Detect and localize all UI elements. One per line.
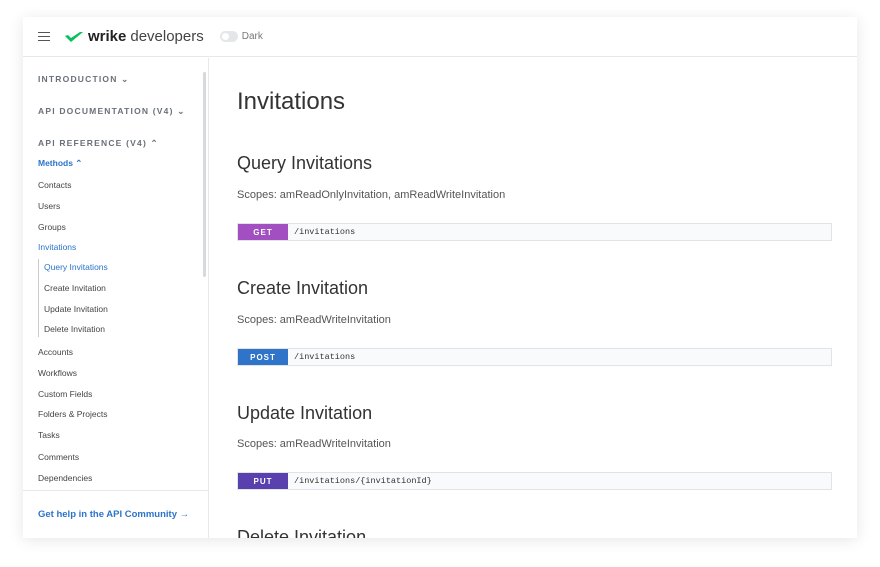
sidebar-item-invitations[interactable]: Invitations (38, 242, 76, 252)
sidebar-subitem-create-invitation[interactable]: Create Invitation (44, 283, 106, 293)
sidebar-section-api-documentation[interactable]: API DOCUMENTATION (V4) ⌄ (38, 106, 186, 117)
endpoint-path: /invitations (294, 352, 356, 362)
endpoint-bar[interactable]: POST /invitations (237, 348, 832, 366)
sidebar-item-accounts[interactable]: Accounts (38, 347, 73, 357)
wrike-check-icon (65, 31, 83, 42)
method-badge: GET (238, 224, 288, 240)
sidebar-item-workflows[interactable]: Workflows (38, 368, 77, 378)
sidebar-subitem-delete-invitation[interactable]: Delete Invitation (44, 324, 105, 334)
api-community-link[interactable]: Get help in the API Community → (23, 490, 208, 538)
dark-mode-label: Dark (241, 31, 263, 42)
sidebar-subitem-update-invitation[interactable]: Update Invitation (44, 304, 108, 314)
sidebar-item-contacts[interactable]: Contacts (38, 180, 72, 190)
menu-icon[interactable] (38, 32, 50, 41)
scopes-text: Scopes: amReadOnlyInvitation, amReadWrit… (237, 189, 506, 201)
section-title: Create Invitation (237, 278, 369, 298)
scopes-text: Scopes: amReadWriteInvitation (237, 438, 391, 450)
sidebar-scrollbar[interactable] (203, 72, 206, 277)
sidebar-item-tasks[interactable]: Tasks (38, 430, 60, 440)
top-bar: wrike developers Dark (23, 17, 857, 57)
method-badge: PUT (238, 473, 288, 489)
app-window: wrike developers Dark INTRODUCTION ⌄ API… (23, 17, 857, 538)
scopes-text: Scopes: amReadWriteInvitation (237, 314, 391, 326)
logo-suffix: developers (130, 28, 204, 45)
endpoint-path: /invitations (294, 227, 356, 237)
endpoint-bar[interactable]: GET /invitations (237, 223, 832, 241)
submenu-line (38, 259, 39, 337)
page-title: Invitations (237, 88, 346, 115)
sidebar-subitem-query-invitations[interactable]: Query Invitations (44, 262, 108, 272)
sidebar-item-users[interactable]: Users (38, 201, 60, 211)
method-badge: POST (238, 349, 288, 365)
endpoint-bar[interactable]: PUT /invitations/{invitationId} (237, 472, 832, 490)
logo[interactable]: wrike developers (64, 28, 204, 45)
sidebar-item-comments[interactable]: Comments (38, 452, 79, 462)
sidebar-methods[interactable]: Methods ⌃ (38, 158, 82, 169)
section-title: Update Invitation (237, 403, 373, 423)
sidebar-item-dependencies[interactable]: Dependencies (38, 473, 92, 483)
section-title: Delete Invitation (237, 527, 367, 538)
sidebar-item-folders-projects[interactable]: Folders & Projects (38, 409, 107, 419)
endpoint-path: /invitations/{invitationId} (294, 476, 432, 486)
logo-brand: wrike (88, 28, 127, 45)
sidebar-section-api-reference[interactable]: API REFERENCE (V4) ⌃ (38, 138, 159, 149)
sidebar-section-introduction[interactable]: INTRODUCTION ⌄ (38, 74, 129, 85)
sidebar: INTRODUCTION ⌄ API DOCUMENTATION (V4) ⌄ … (23, 58, 209, 538)
section-title: Query Invitations (237, 153, 373, 173)
sidebar-item-custom-fields[interactable]: Custom Fields (38, 389, 92, 399)
sidebar-item-groups[interactable]: Groups (38, 222, 66, 232)
dark-mode-toggle[interactable] (219, 31, 238, 42)
